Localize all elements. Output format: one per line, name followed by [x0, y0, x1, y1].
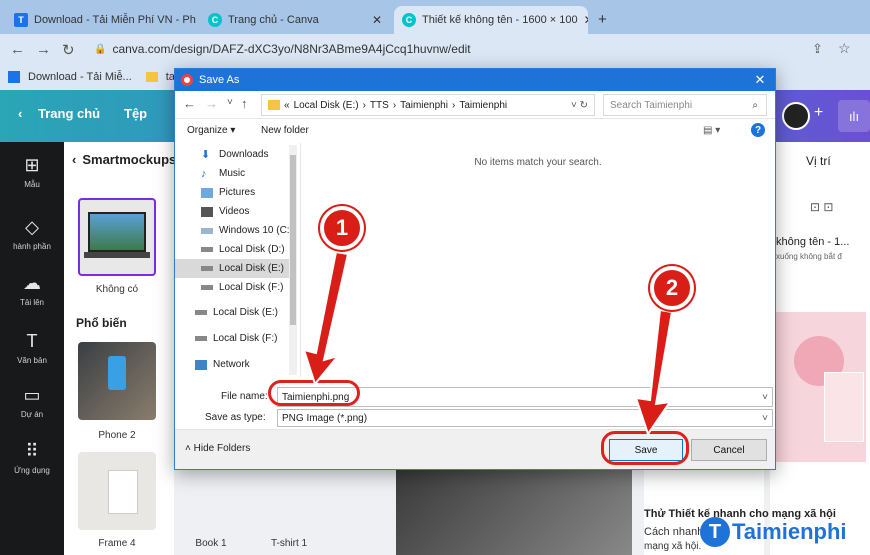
step2-badge: 2 [650, 266, 694, 310]
logo-icon: T [700, 517, 730, 547]
step1-arrow [302, 250, 350, 387]
annotation-arrows [302, 250, 674, 437]
step1-badge: 1 [320, 206, 364, 250]
watermark-logo: T Taimienphi [700, 512, 868, 552]
watermark-text: Taimienphi [732, 519, 847, 544]
step2-arrow [634, 308, 674, 437]
